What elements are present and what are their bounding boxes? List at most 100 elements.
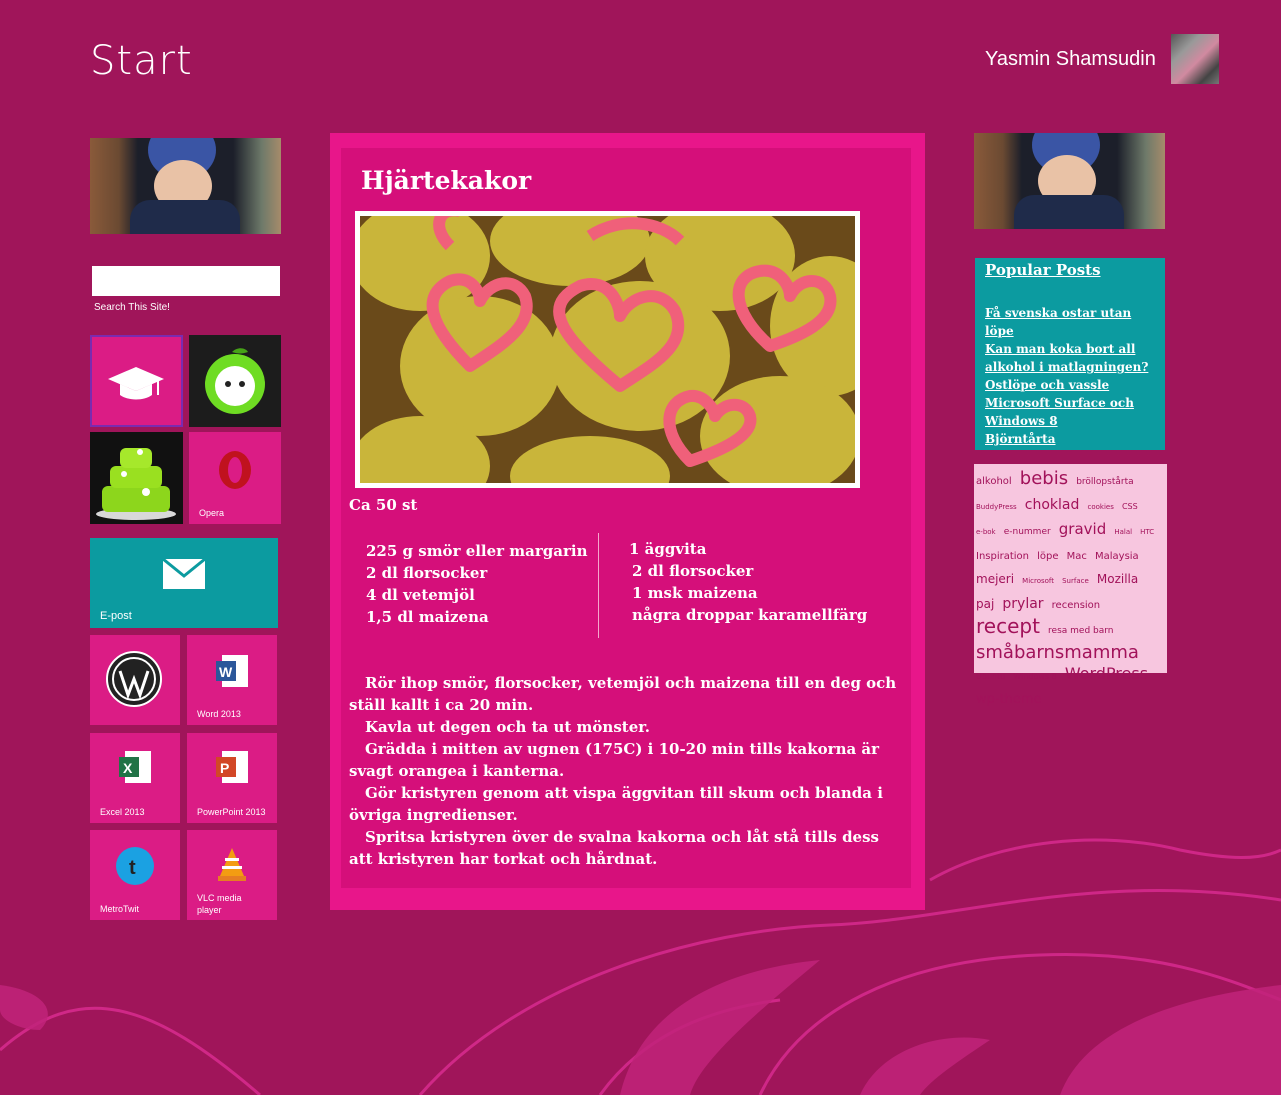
vlc-tile[interactable]: VLC media player [187,830,277,920]
user-name[interactable]: Yasmin Shamsudin [985,48,1156,71]
tag-link[interactable]: WordPress [1065,664,1148,683]
tag-cloud: alkohol bebis bröllopstårta BuddyPress c… [974,464,1167,707]
tag-link[interactable]: alkohol [976,476,1012,487]
recipe-steps: Rör ihop smör, florsocker, vetemjöl och … [349,672,897,870]
tag-link[interactable]: recept [976,614,1040,638]
vlc-tile-label: VLC media player [197,892,242,916]
ingredient-item: 1 msk maizena [632,584,758,602]
tag-link[interactable]: HTC [1140,528,1154,536]
opera-tile-label: Opera [199,508,225,518]
tag-link[interactable]: löpe [1037,551,1058,562]
ingredient-item: 2 dl florsocker [366,564,488,582]
excel-tile-label: Excel 2013 [100,807,145,817]
popular-post-link[interactable]: Ostlöpe och vassle [985,376,1157,394]
tag-link[interactable]: småbarnsmamma [976,642,1139,663]
graduation-cap-icon [108,367,164,400]
wordpress-icon [106,651,162,707]
ingredient-item: 1 äggvita [629,540,707,558]
vlc-cone-icon [218,848,246,881]
tag-link[interactable]: Mac [1067,551,1087,562]
cake-icon [96,448,176,520]
excel-tile[interactable]: X Excel 2013 [90,733,180,823]
search-label: Search This Site! [94,302,170,313]
dough-ingredients: 225 g smör eller margarin 2 dl florsocke… [366,540,588,628]
tag-link[interactable]: Inspiration [976,551,1029,562]
tag-link[interactable]: Halal [1114,528,1132,536]
tag-link[interactable]: bröllopstårta [1076,477,1133,487]
tag-link[interactable]: BuddyPress [976,503,1017,511]
recipe-photo[interactable] [355,211,860,488]
ingredient-item: 1,5 dl maizena [366,608,489,626]
tag-link[interactable]: Surface [1062,577,1089,585]
apple-app-tile[interactable] [189,335,281,427]
icing-ingredients: 1 äggvita 2 dl florsocker 1 msk maizena … [629,538,867,626]
svg-text:X: X [123,760,133,776]
baby-photo-right[interactable] [974,133,1165,229]
tag-link[interactable]: paj [976,597,994,611]
tag-link[interactable]: gravid [1059,520,1106,538]
tag-link[interactable]: e-bok [976,528,996,536]
opera-icon [219,451,251,489]
excel-icon: X [119,751,151,783]
word-tile-label: Word 2013 [197,709,241,719]
popular-post-link[interactable]: Kan man koka bort all alkohol i matlagni… [985,340,1157,376]
mail-tile-label: E-post [100,610,132,622]
recipe-step: Gör kristyren genom att vispa äggvitan t… [349,784,883,824]
tag-link[interactable]: Ubuntu [976,672,1005,681]
mail-icon [162,558,206,589]
cake-app-tile[interactable] [90,432,183,524]
tag-link[interactable]: bebis [1020,468,1068,489]
powerpoint-icon: P [216,751,248,783]
recipe-step: Kavla ut degen och ta ut mönster. [365,718,650,736]
ingredient-item: några droppar karamellfärg [632,606,868,624]
recipe-title[interactable]: Hjärtekakor [361,166,531,195]
mail-tile[interactable]: E-post [90,538,278,628]
recipe-step: Spritsa kristyren över de svalna kakorna… [349,828,879,868]
baby-photo-left[interactable] [90,138,281,234]
popular-posts-heading[interactable]: Popular Posts [985,261,1101,279]
recipe-step: Rör ihop smör, florsocker, vetemjöl och … [349,674,897,714]
avatar[interactable] [1171,34,1219,84]
search-input[interactable] [92,266,280,296]
tag-link[interactable]: prylar [1002,596,1043,612]
education-tile[interactable] [90,335,183,427]
tag-link[interactable]: resa med barn [1048,626,1113,636]
tag-link[interactable]: recension [1052,600,1100,611]
popular-post-link[interactable]: Få svenska ostar utan löpe [985,304,1157,340]
tag-link[interactable]: Microsoft [1022,577,1054,585]
powerpoint-tile[interactable]: P PowerPoint 2013 [187,733,277,823]
green-apple-icon [205,348,265,414]
word-icon: W [216,655,248,687]
vlc-tile-label-line1: VLC media [197,893,242,903]
wordpress-tile[interactable] [90,635,180,725]
recipe-yield: Ca 50 st [349,496,418,514]
svg-text:P: P [220,760,229,776]
tag-link[interactable]: cookies [1088,503,1114,511]
tag-link[interactable]: Malaysia [1095,551,1139,562]
metrotwit-icon: t [116,847,154,885]
tag-link[interactable]: mejeri [976,572,1014,586]
popular-posts-widget: Popular Posts Få svenska ostar utan löpe… [975,258,1165,450]
opera-tile[interactable]: Opera [189,432,281,524]
tag-link[interactable]: Mozilla [1097,572,1138,586]
tag-link[interactable]: choklad [1025,497,1080,513]
heart-cookies-image [360,216,855,483]
vlc-tile-label-line2: player [197,905,222,915]
tag-link[interactable]: CSS [1122,502,1138,511]
recipe-step: Grädda i mitten av ugnen (175C) i 10-20 … [349,740,880,780]
svg-text:t: t [129,857,136,879]
tag-link[interactable]: wp-theme [976,692,1042,707]
popular-post-link[interactable]: Microsoft Surface och Windows 8 [985,394,1157,430]
metrotwit-tile[interactable]: t MetroTwit [90,830,180,920]
ingredients-divider [598,533,599,638]
powerpoint-tile-label: PowerPoint 2013 [197,807,266,817]
tag-link[interactable]: e-nummer [1004,527,1051,537]
word-tile[interactable]: W Word 2013 [187,635,277,725]
popular-post-link[interactable]: Björntårta [985,430,1157,448]
ingredient-item: 4 dl vetemjöl [366,586,475,604]
svg-text:W: W [219,664,233,680]
ingredient-item: 2 dl florsocker [632,562,754,580]
recipe-card: Hjärtekakor Ca 50 st 225 g smör eller ma… [341,148,911,888]
tag-link[interactable]: Windows 8 [1013,672,1056,681]
start-title: Start [90,38,193,84]
